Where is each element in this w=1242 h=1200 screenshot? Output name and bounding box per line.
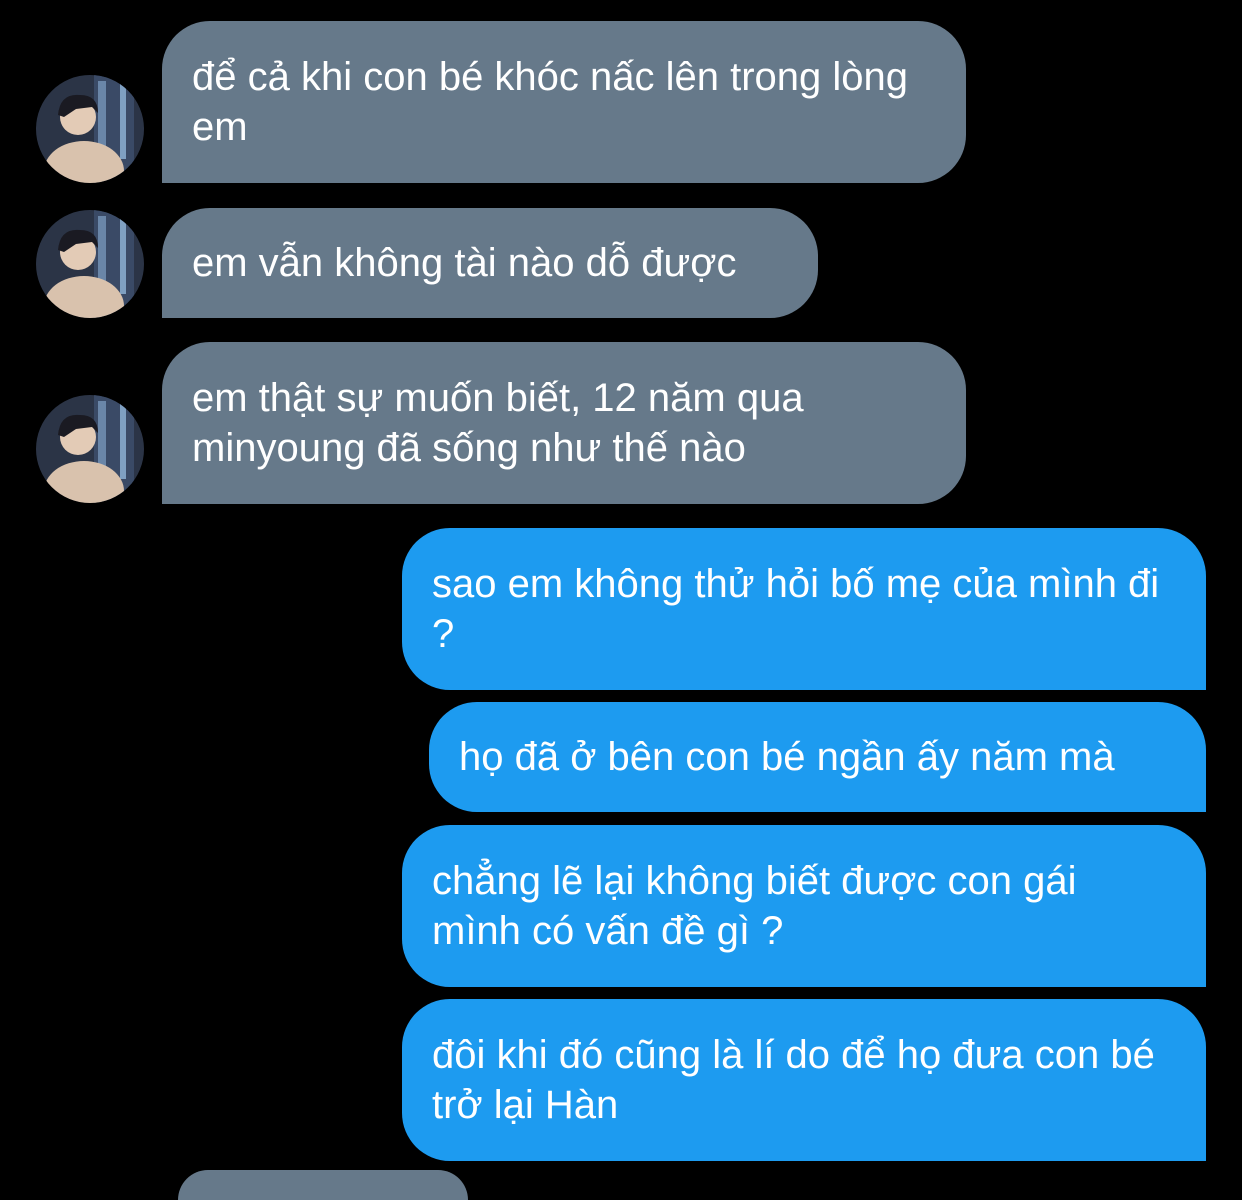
message-text: em thật sự muốn biết, 12 năm qua minyoun… — [192, 376, 804, 470]
message-text: đôi khi đó cũng là lí do để họ đưa con b… — [432, 1033, 1155, 1127]
message-text: sao em không thử hỏi bố mẹ của mình đi ? — [432, 562, 1160, 656]
sender-avatar[interactable] — [36, 75, 144, 183]
avatar-photo-icon — [36, 210, 144, 318]
outgoing-message-bubble[interactable]: chẳng lẽ lại không biết được con gái mìn… — [402, 825, 1206, 987]
message-text: họ đã ở bên con bé ngần ấy năm mà — [459, 735, 1115, 779]
incoming-message-bubble-partial[interactable] — [178, 1170, 468, 1200]
message-thread: để cả khi con bé khóc nấc lên trong lòng… — [0, 0, 1242, 1200]
outgoing-message-bubble[interactable]: đôi khi đó cũng là lí do để họ đưa con b… — [402, 999, 1206, 1161]
incoming-message-bubble[interactable]: để cả khi con bé khóc nấc lên trong lòng… — [162, 21, 966, 183]
sender-avatar[interactable] — [36, 395, 144, 503]
outgoing-message-bubble[interactable]: sao em không thử hỏi bố mẹ của mình đi ? — [402, 528, 1206, 690]
avatar-photo-icon — [36, 75, 144, 183]
message-text: để cả khi con bé khóc nấc lên trong lòng… — [192, 55, 909, 149]
avatar-photo-icon — [36, 395, 144, 503]
outgoing-message-bubble[interactable]: họ đã ở bên con bé ngần ấy năm mà — [429, 702, 1206, 812]
sender-avatar[interactable] — [36, 210, 144, 318]
incoming-message-bubble[interactable]: em vẫn không tài nào dỗ được — [162, 208, 818, 318]
message-text: chẳng lẽ lại không biết được con gái mìn… — [432, 859, 1077, 953]
incoming-message-bubble[interactable]: em thật sự muốn biết, 12 năm qua minyoun… — [162, 342, 966, 504]
message-text: em vẫn không tài nào dỗ được — [192, 241, 737, 285]
